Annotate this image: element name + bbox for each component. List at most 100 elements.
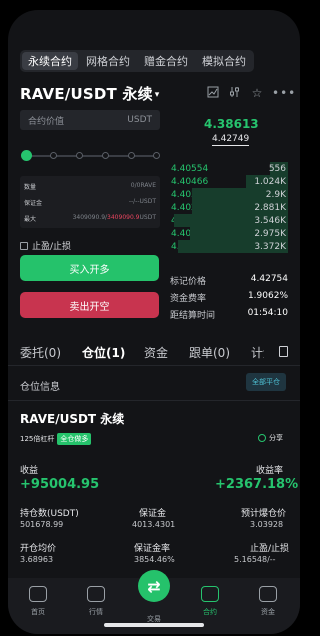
position-size-label: 持仓数(USDT) (20, 509, 79, 519)
order-info-panel: 数量 0/0RAVE 保证金 --/--USDT 最大 3409090.9/34… (20, 176, 160, 228)
tab-demo[interactable]: 模拟合约 (196, 52, 252, 70)
info-label: 保证金 (24, 200, 43, 207)
liq-price-label: 预计爆仓价 (241, 509, 287, 519)
funding-rate-value: 1.9062% (247, 291, 288, 301)
home-indicator (104, 623, 204, 627)
orderbook-qty: 3.372K (254, 241, 286, 252)
orderbook-row[interactable]: 4.402023.546K (168, 214, 288, 227)
nav-label: 首页 (31, 608, 45, 616)
leverage-label: 125倍杠杆 (20, 435, 55, 443)
orderbook-qty: 3.546K (254, 215, 286, 226)
settlement-row: 距结算时间 01:54:10 (170, 308, 288, 321)
slider-stop[interactable] (102, 152, 109, 159)
mark-price-row: 标记价格 4.42754 (170, 274, 288, 287)
sell-short-button[interactable]: 卖出开空 (20, 292, 159, 318)
orderbook-row[interactable]: 4.400263.372K (168, 240, 288, 253)
margin-label: 保证金 (139, 509, 167, 519)
entry-price-value: 3.68963 (20, 555, 54, 564)
settings-sliders-icon[interactable] (228, 86, 242, 100)
orderbook-qty: 556 (268, 163, 286, 174)
orderbook-qty: 2.881K (254, 202, 286, 213)
funding-rate-label[interactable]: 资金费率 (170, 291, 206, 304)
contract-value-label: 合约价值 (28, 116, 65, 127)
pair-selector[interactable]: RAVE/USDT 永续 ▾ (20, 83, 159, 104)
orderbook-row[interactable]: 4.401142.975K (168, 227, 288, 240)
orderbook-qty: 2.9K (265, 189, 286, 200)
contract-value-field[interactable]: 合约价值 USDT (20, 110, 160, 130)
margin-value: 4013.4301 (132, 520, 176, 529)
slider-stop[interactable] (76, 152, 83, 159)
contract-value-unit[interactable]: USDT (127, 115, 152, 125)
last-price: 4.38613 (204, 117, 259, 131)
buy-long-button[interactable]: 买入开多 (20, 255, 159, 281)
roe-label: 收益率 (256, 466, 284, 476)
orderbook-row[interactable]: 4.40554 556 (168, 162, 288, 175)
contract-icon (201, 586, 219, 602)
pnl-label: 收益 (20, 466, 39, 476)
position-info-label: 仓位信息 (20, 382, 60, 393)
nav-label: 资金 (261, 608, 275, 616)
max-value-a: 3409090.9/ (72, 214, 108, 221)
tpsl-toggle[interactable]: 止盈/止损 (20, 239, 71, 252)
orderbook-row[interactable]: 4.40466 1.024K (168, 175, 288, 188)
tab-plan[interactable]: 计划 (251, 344, 264, 361)
tab-copy-trade[interactable]: 跟单(0) (189, 344, 230, 361)
mark-price-label: 标记价格 (170, 277, 207, 287)
position-tabs: 委托(0) 仓位(1) 资金 跟单(0) 计划 (20, 344, 288, 360)
chevron-down-icon: ▾ (154, 90, 160, 100)
tab-orders[interactable]: 委托(0) (20, 344, 61, 361)
nav-label: 合约 (203, 608, 217, 616)
app-screen: 永续合约 网格合约 赠金合约 模拟合约 RAVE/USDT 永续 ▾ ☆ ••• … (8, 10, 300, 634)
tpsl-label-position: 止盈/止损 (250, 544, 290, 554)
slider-stop[interactable] (128, 152, 135, 159)
liq-price-value: 3.03928 (250, 520, 284, 529)
nav-market[interactable]: 行情 (76, 586, 116, 617)
margin-ratio-value: 3854.46% (134, 555, 175, 564)
tab-bonus[interactable]: 赠金合约 (138, 52, 194, 70)
checkbox-icon[interactable] (20, 241, 28, 250)
orderbook-price: 4.40554 (171, 163, 209, 174)
star-icon[interactable]: ☆ (250, 86, 264, 100)
slider-stop[interactable] (153, 152, 160, 159)
max-unit: USDT (139, 214, 157, 221)
amount-slider[interactable] (25, 155, 158, 157)
nav-home[interactable]: 首页 (18, 586, 58, 617)
info-row-max: 最大 3409090.9/3409090.9USDT (24, 214, 156, 223)
position-pair[interactable]: RAVE/USDT 永续 (20, 410, 124, 427)
orderbook-price: 4.40466 (171, 176, 209, 187)
info-label: 最大 (24, 216, 37, 223)
slider-stop[interactable] (50, 152, 57, 159)
entry-price-label: 开仓均价 (20, 544, 57, 554)
nav-label: 交易 (147, 615, 161, 623)
position-leverage: 125倍杠杆 全仓做多 (20, 433, 92, 445)
max-value-b: 3409090.9 (107, 214, 140, 221)
share-button[interactable]: 分享 (258, 433, 283, 443)
trade-swap-icon[interactable]: ⇄ (138, 570, 170, 602)
nav-assets[interactable]: 资金 (248, 586, 288, 617)
info-row-quantity: 数量 0/0RAVE (24, 182, 156, 191)
slider-handle[interactable] (21, 150, 32, 161)
info-value: --/--USDT (128, 198, 156, 205)
tab-grid[interactable]: 网格合约 (80, 52, 136, 70)
tab-perpetual[interactable]: 永续合约 (22, 52, 78, 70)
tpsl-value: 5.16548/-- (234, 555, 276, 564)
roe-value: +2367.18% (215, 477, 299, 492)
pair-name: RAVE/USDT 永续 (20, 85, 153, 103)
close-all-button[interactable]: 全部平仓 (246, 373, 286, 391)
settlement-value: 01:54:10 (247, 308, 288, 318)
tab-positions[interactable]: 仓位(1) (82, 344, 125, 361)
nav-contract[interactable]: 合约 (190, 586, 230, 617)
more-icon[interactable]: ••• (272, 86, 295, 100)
contract-type-tabs: 永续合约 网格合约 赠金合约 模拟合约 (20, 50, 254, 72)
mark-price-value: 4.42754 (250, 274, 288, 284)
list-icon[interactable] (279, 346, 288, 357)
tab-assets[interactable]: 资金 (144, 344, 168, 361)
pnl-value: +95004.95 (20, 477, 100, 492)
index-price[interactable]: 4.42749 (212, 134, 250, 146)
info-row-margin: 保证金 --/--USDT (24, 198, 156, 207)
divider (8, 400, 300, 401)
orderbook-row[interactable]: 4.40378 2.9K (168, 188, 288, 201)
candlestick-chart-icon[interactable] (206, 86, 220, 100)
home-icon (29, 586, 47, 602)
orderbook-row[interactable]: 4.40290 2.881K (168, 201, 288, 214)
